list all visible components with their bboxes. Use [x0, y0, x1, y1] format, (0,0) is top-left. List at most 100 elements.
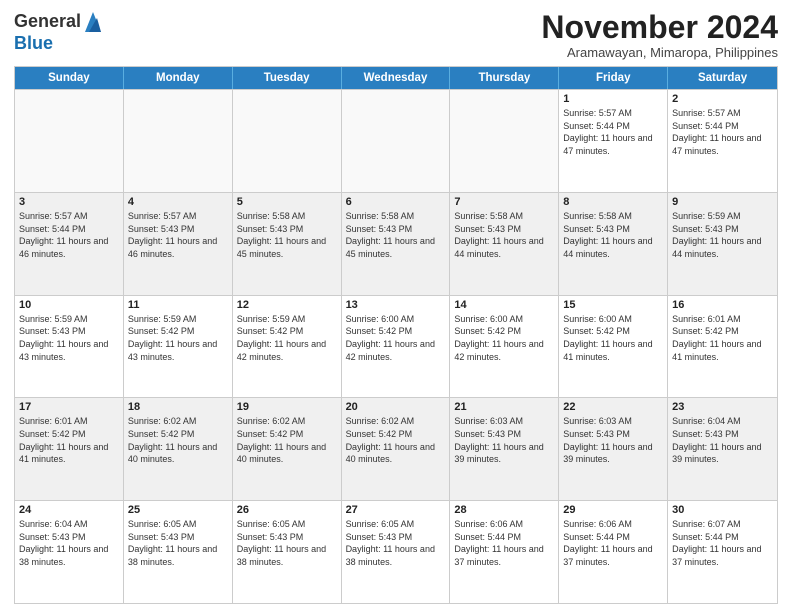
- day-number: 22: [563, 401, 663, 413]
- day-number: 11: [128, 299, 228, 311]
- calendar-header-row: SundayMondayTuesdayWednesdayThursdayFrid…: [15, 67, 777, 89]
- day-cell-18: 18Sunrise: 6:02 AM Sunset: 5:42 PM Dayli…: [124, 398, 233, 500]
- day-number: 20: [346, 401, 446, 413]
- day-cell-26: 26 Sunrise: 6:05 AM Sunset: 5:43 PM Dayli…: [233, 501, 342, 603]
- calendar-row-4: 17Sunrise: 6:01 AM Sunset: 5:42 PM Dayli…: [15, 397, 777, 500]
- day-cell-22: 22 Sunrise: 6:03 AM Sunset: 5:43 PM Dayli…: [559, 398, 668, 500]
- day-number: 16: [672, 299, 773, 311]
- day-cell-4: 4Sunrise: 5:57 AM Sunset: 5:43 PM Daylig…: [124, 193, 233, 295]
- day-cell-17: 17Sunrise: 6:01 AM Sunset: 5:42 PM Dayli…: [15, 398, 124, 500]
- day-info: Sunrise: 6:03 AM Sunset: 5:43 PM Dayligh…: [454, 415, 554, 465]
- day-info: Sunrise: 6:05 AM Sunset: 5:43 PM Dayligh…: [237, 518, 337, 568]
- day-cell-15: 15 Sunrise: 6:00 AM Sunset: 5:42 PM Dayli…: [559, 296, 668, 398]
- day-info: Sunrise: 5:58 AM Sunset: 5:43 PM Dayligh…: [346, 210, 446, 260]
- day-cell-11: 11 Sunrise: 5:59 AM Sunset: 5:42 PM Dayli…: [124, 296, 233, 398]
- day-number: 8: [563, 196, 663, 208]
- calendar-body: 1Sunrise: 5:57 AM Sunset: 5:44 PM Daylig…: [15, 89, 777, 603]
- day-info: Sunrise: 5:59 AM Sunset: 5:42 PM Dayligh…: [128, 313, 228, 363]
- month-title: November 2024: [541, 10, 778, 45]
- day-number: 29: [563, 504, 663, 516]
- day-number: 30: [672, 504, 773, 516]
- day-number: 3: [19, 196, 119, 208]
- day-cell-8: 8 Sunrise: 5:58 AM Sunset: 5:43 PM Daylig…: [559, 193, 668, 295]
- logo-blue-text: Blue: [14, 34, 103, 54]
- day-info: Sunrise: 5:58 AM Sunset: 5:43 PM Dayligh…: [563, 210, 663, 260]
- logo-general-text: General: [14, 12, 81, 32]
- calendar-row-1: 1Sunrise: 5:57 AM Sunset: 5:44 PM Daylig…: [15, 89, 777, 192]
- empty-cell: [124, 90, 233, 192]
- day-number: 14: [454, 299, 554, 311]
- day-cell-3: 3Sunrise: 5:57 AM Sunset: 5:44 PM Daylig…: [15, 193, 124, 295]
- day-info: Sunrise: 6:00 AM Sunset: 5:42 PM Dayligh…: [454, 313, 554, 363]
- day-info: Sunrise: 6:02 AM Sunset: 5:42 PM Dayligh…: [128, 415, 228, 465]
- day-info: Sunrise: 6:00 AM Sunset: 5:42 PM Dayligh…: [563, 313, 663, 363]
- day-info: Sunrise: 6:06 AM Sunset: 5:44 PM Dayligh…: [454, 518, 554, 568]
- weekday-header-tuesday: Tuesday: [233, 67, 342, 89]
- day-cell-2: 2Sunrise: 5:57 AM Sunset: 5:44 PM Daylig…: [668, 90, 777, 192]
- day-number: 28: [454, 504, 554, 516]
- day-info: Sunrise: 6:05 AM Sunset: 5:43 PM Dayligh…: [128, 518, 228, 568]
- day-cell-29: 29 Sunrise: 6:06 AM Sunset: 5:44 PM Dayli…: [559, 501, 668, 603]
- day-number: 27: [346, 504, 446, 516]
- day-cell-21: 21 Sunrise: 6:03 AM Sunset: 5:43 PM Dayli…: [450, 398, 559, 500]
- day-cell-30: 30 Sunrise: 6:07 AM Sunset: 5:44 PM Dayli…: [668, 501, 777, 603]
- day-cell-24: 24Sunrise: 6:04 AM Sunset: 5:43 PM Dayli…: [15, 501, 124, 603]
- day-cell-14: 14 Sunrise: 6:00 AM Sunset: 5:42 PM Dayli…: [450, 296, 559, 398]
- title-block: November 2024 Aramawayan, Mimaropa, Phil…: [541, 10, 778, 60]
- day-info: Sunrise: 6:00 AM Sunset: 5:42 PM Dayligh…: [346, 313, 446, 363]
- day-cell-23: 23Sunrise: 6:04 AM Sunset: 5:43 PM Dayli…: [668, 398, 777, 500]
- day-cell-6: 6 Sunrise: 5:58 AM Sunset: 5:43 PM Daylig…: [342, 193, 451, 295]
- calendar: SundayMondayTuesdayWednesdayThursdayFrid…: [14, 66, 778, 604]
- day-number: 26: [237, 504, 337, 516]
- day-info: Sunrise: 5:59 AM Sunset: 5:43 PM Dayligh…: [672, 210, 773, 260]
- day-info: Sunrise: 6:02 AM Sunset: 5:42 PM Dayligh…: [237, 415, 337, 465]
- weekday-header-wednesday: Wednesday: [342, 67, 451, 89]
- day-cell-10: 10 Sunrise: 5:59 AM Sunset: 5:43 PM Dayli…: [15, 296, 124, 398]
- day-number: 12: [237, 299, 337, 311]
- location-subtitle: Aramawayan, Mimaropa, Philippines: [541, 45, 778, 60]
- day-info: Sunrise: 5:57 AM Sunset: 5:44 PM Dayligh…: [563, 107, 663, 157]
- day-cell-25: 25 Sunrise: 6:05 AM Sunset: 5:43 PM Dayli…: [124, 501, 233, 603]
- day-number: 25: [128, 504, 228, 516]
- day-number: 7: [454, 196, 554, 208]
- day-number: 10: [19, 299, 119, 311]
- day-info: Sunrise: 5:59 AM Sunset: 5:42 PM Dayligh…: [237, 313, 337, 363]
- day-cell-19: 19Sunrise: 6:02 AM Sunset: 5:42 PM Dayli…: [233, 398, 342, 500]
- day-cell-7: 7 Sunrise: 5:58 AM Sunset: 5:43 PM Daylig…: [450, 193, 559, 295]
- weekday-header-monday: Monday: [124, 67, 233, 89]
- day-cell-5: 5 Sunrise: 5:58 AM Sunset: 5:43 PM Daylig…: [233, 193, 342, 295]
- day-cell-28: 28 Sunrise: 6:06 AM Sunset: 5:44 PM Dayli…: [450, 501, 559, 603]
- calendar-row-2: 3Sunrise: 5:57 AM Sunset: 5:44 PM Daylig…: [15, 192, 777, 295]
- day-info: Sunrise: 6:03 AM Sunset: 5:43 PM Dayligh…: [563, 415, 663, 465]
- day-info: Sunrise: 6:05 AM Sunset: 5:43 PM Dayligh…: [346, 518, 446, 568]
- weekday-header-friday: Friday: [559, 67, 668, 89]
- day-number: 21: [454, 401, 554, 413]
- day-number: 24: [19, 504, 119, 516]
- day-info: Sunrise: 5:59 AM Sunset: 5:43 PM Dayligh…: [19, 313, 119, 363]
- page-header: General Blue November 2024 Aramawayan, M…: [14, 10, 778, 60]
- day-info: Sunrise: 6:06 AM Sunset: 5:44 PM Dayligh…: [563, 518, 663, 568]
- logo-icon: [83, 10, 103, 34]
- day-info: Sunrise: 6:04 AM Sunset: 5:43 PM Dayligh…: [672, 415, 773, 465]
- empty-cell: [15, 90, 124, 192]
- day-cell-27: 27 Sunrise: 6:05 AM Sunset: 5:43 PM Dayli…: [342, 501, 451, 603]
- weekday-header-saturday: Saturday: [668, 67, 777, 89]
- day-cell-12: 12 Sunrise: 5:59 AM Sunset: 5:42 PM Dayli…: [233, 296, 342, 398]
- day-number: 15: [563, 299, 663, 311]
- day-info: Sunrise: 5:58 AM Sunset: 5:43 PM Dayligh…: [237, 210, 337, 260]
- day-info: Sunrise: 5:57 AM Sunset: 5:43 PM Dayligh…: [128, 210, 228, 260]
- logo: General Blue: [14, 10, 103, 54]
- day-number: 6: [346, 196, 446, 208]
- day-cell-20: 20Sunrise: 6:02 AM Sunset: 5:42 PM Dayli…: [342, 398, 451, 500]
- day-info: Sunrise: 5:57 AM Sunset: 5:44 PM Dayligh…: [672, 107, 773, 157]
- day-cell-13: 13 Sunrise: 6:00 AM Sunset: 5:42 PM Dayli…: [342, 296, 451, 398]
- calendar-row-3: 10 Sunrise: 5:59 AM Sunset: 5:43 PM Dayli…: [15, 295, 777, 398]
- day-number: 5: [237, 196, 337, 208]
- empty-cell: [233, 90, 342, 192]
- day-number: 13: [346, 299, 446, 311]
- day-info: Sunrise: 6:01 AM Sunset: 5:42 PM Dayligh…: [19, 415, 119, 465]
- day-info: Sunrise: 6:01 AM Sunset: 5:42 PM Dayligh…: [672, 313, 773, 363]
- day-info: Sunrise: 5:58 AM Sunset: 5:43 PM Dayligh…: [454, 210, 554, 260]
- day-cell-16: 16 Sunrise: 6:01 AM Sunset: 5:42 PM Dayli…: [668, 296, 777, 398]
- day-info: Sunrise: 6:07 AM Sunset: 5:44 PM Dayligh…: [672, 518, 773, 568]
